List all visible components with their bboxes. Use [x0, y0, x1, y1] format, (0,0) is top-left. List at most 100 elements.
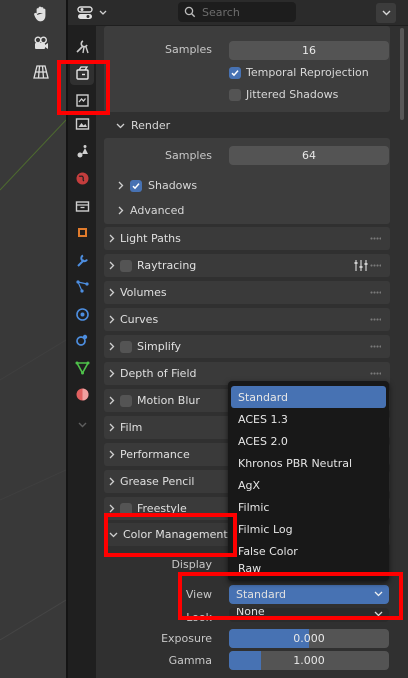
render-tab[interactable] [70, 61, 94, 85]
drag-handle-icon[interactable] [370, 291, 381, 294]
chevron-down-icon [116, 123, 125, 128]
view-option-raw[interactable]: Raw [231, 562, 386, 576]
chevron-right-icon [109, 288, 115, 297]
constraints-tab[interactable] [70, 327, 94, 351]
hand-icon[interactable] [28, 1, 54, 27]
editor-header: Search [68, 0, 408, 26]
drag-handle-icon[interactable] [370, 345, 381, 348]
object-icon [74, 224, 91, 241]
chevron-down-icon [74, 416, 91, 433]
shadows-checkbox[interactable] [130, 179, 142, 192]
exposure-value: 0.000 [293, 632, 325, 645]
exposure-slider[interactable]: 0.000 [229, 629, 389, 648]
simplify-section-header[interactable]: Simplify [104, 335, 390, 358]
freestyle-label: Freestyle [137, 502, 187, 515]
view-option-agx[interactable]: AgX [231, 474, 386, 496]
render-subpanel-header[interactable]: Render [116, 119, 170, 132]
properties-tab-bar [68, 26, 96, 678]
view-option-filmic-log[interactable]: Filmic Log [231, 518, 386, 540]
camera-icon[interactable] [28, 30, 54, 56]
settings-sliders-icon[interactable] [354, 259, 368, 275]
view-option-aces-2-0[interactable]: ACES 2.0 [231, 430, 386, 452]
film-label: Film [120, 421, 143, 434]
volumes-section-header[interactable]: Volumes [104, 281, 390, 304]
chevron-down-icon [109, 532, 118, 537]
view-dropdown[interactable]: Standard [229, 585, 389, 604]
view-dropdown-value: Standard [236, 588, 287, 601]
shadows-subpanel-header[interactable]: Shadows [118, 179, 197, 192]
look-dropdown[interactable]: None [229, 608, 389, 622]
search-input[interactable]: Search [178, 2, 296, 22]
curves-label: Curves [120, 313, 159, 326]
view-option-filmic[interactable]: Filmic [231, 496, 386, 518]
look-label: Look [186, 611, 212, 624]
advanced-subpanel-header[interactable]: Advanced [118, 204, 184, 217]
raytracing-section-header[interactable]: Raytracing [104, 254, 390, 277]
drag-handle-icon[interactable] [370, 264, 381, 267]
gamma-label: Gamma [168, 654, 212, 667]
grease-pencil-label: Grease Pencil [120, 475, 195, 488]
chevron-right-icon [109, 342, 115, 351]
output-tab[interactable] [70, 88, 94, 112]
jittered-shadows-checkbox[interactable]: Jittered Shadows [229, 88, 338, 101]
object-tab[interactable] [70, 220, 94, 244]
scene-tab[interactable] [70, 139, 94, 163]
modifiers-tab[interactable] [70, 248, 94, 272]
scene-icon [74, 143, 91, 160]
search-placeholder: Search [202, 5, 240, 19]
depth-of-field-label: Depth of Field [120, 367, 197, 380]
motion-blur-checkbox[interactable] [120, 394, 132, 407]
tool-tab[interactable] [70, 34, 94, 58]
3d-viewport[interactable] [0, 0, 66, 678]
raytracing-label: Raytracing [137, 259, 197, 272]
physics-tab[interactable] [70, 302, 94, 326]
drag-handle-icon[interactable] [370, 318, 381, 321]
viewport-samples-field[interactable]: 16 [229, 41, 389, 60]
header-options-button[interactable] [376, 3, 396, 23]
chevron-right-icon [118, 181, 124, 190]
gamma-slider[interactable]: 1.000 [229, 651, 389, 670]
world-tab[interactable] [70, 166, 94, 190]
particles-tab[interactable] [70, 274, 94, 298]
render-samples-field[interactable]: 64 [229, 146, 389, 165]
curves-section-header[interactable]: Curves [104, 308, 390, 331]
editor-type-selector[interactable] [76, 3, 110, 23]
motion-blur-label: Motion Blur [137, 394, 200, 407]
simplify-label: Simplify [137, 340, 182, 353]
temporal-reprojection-label: Temporal Reprojection [246, 66, 369, 79]
shadows-label: Shadows [148, 179, 198, 192]
temporal-reprojection-checkbox[interactable]: Temporal Reprojection [229, 66, 369, 79]
chevron-right-icon [118, 206, 124, 215]
output-icon [74, 92, 91, 109]
render-subpanel-title: Render [131, 119, 171, 132]
view-option-aces-1-3[interactable]: ACES 1.3 [231, 408, 386, 430]
raytracing-checkbox[interactable] [120, 259, 132, 272]
light-paths-section-header[interactable]: Light Paths [104, 227, 390, 250]
chevron-right-icon [109, 450, 115, 459]
modifiers-icon [74, 252, 91, 269]
collection-tab[interactable] [70, 194, 94, 218]
chevron-right-icon [109, 396, 115, 405]
data-tab[interactable] [70, 355, 94, 379]
view-option-standard[interactable]: Standard [231, 386, 386, 408]
view-option-khronos-pbr-neutral[interactable]: Khronos PBR Neutral [231, 452, 386, 474]
view-option-false-color[interactable]: False Color [231, 540, 386, 562]
particles-icon [74, 278, 91, 295]
chevron-right-icon [109, 369, 115, 378]
constraints-icon [74, 331, 91, 348]
world-icon [74, 170, 91, 187]
material-tab[interactable] [70, 382, 94, 406]
panel-scrollbar[interactable] [400, 28, 404, 120]
freestyle-checkbox[interactable] [120, 502, 132, 515]
simplify-checkbox[interactable] [120, 340, 132, 353]
drag-handle-icon[interactable] [370, 372, 381, 375]
view-layer-tab[interactable] [70, 112, 94, 136]
look-dropdown-value: None [236, 608, 265, 618]
samples-label: Samples [165, 43, 212, 56]
gamma-slider-fill [229, 651, 261, 670]
grid-icon[interactable] [28, 59, 54, 85]
display-label: Display [171, 558, 212, 571]
drag-handle-icon[interactable] [370, 237, 381, 240]
chevron-down-tab[interactable] [70, 412, 94, 436]
view-transform-menu: Standard ACES 1.3 ACES 2.0 Khronos PBR Neut… [228, 381, 389, 581]
